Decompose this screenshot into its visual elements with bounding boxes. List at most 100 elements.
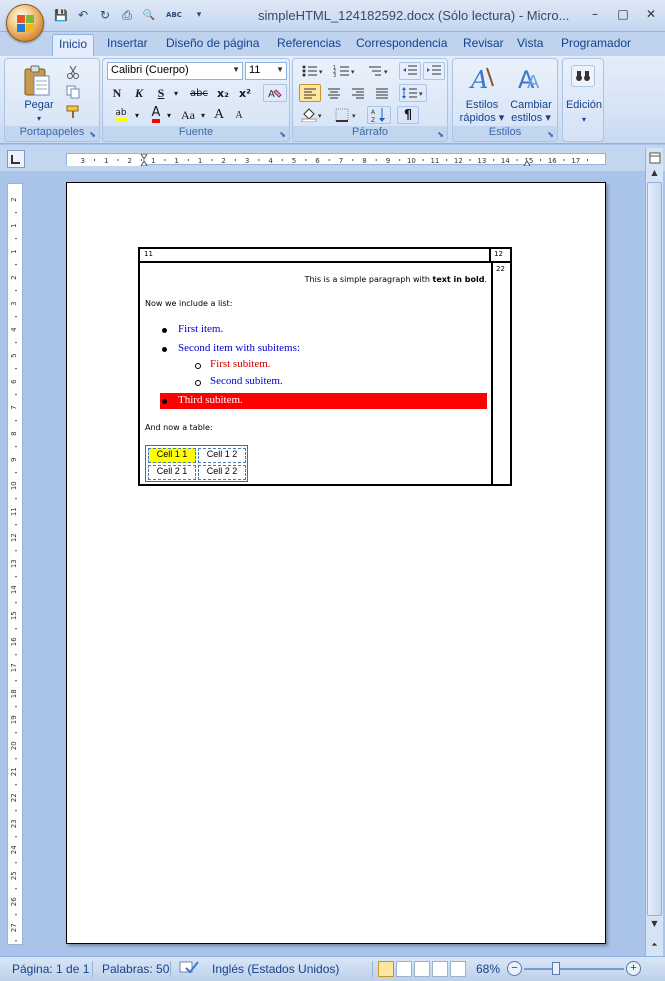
numbering-icon[interactable]: 1 2 3 ▾	[331, 62, 359, 80]
zoom-slider-thumb[interactable]	[552, 962, 560, 975]
inner-cell-1-1[interactable]: Cell 1 1	[148, 448, 196, 463]
word-count[interactable]: Palabras: 50	[102, 962, 169, 976]
bullets-icon[interactable]: ▾	[299, 62, 327, 80]
font-name-combo[interactable]: Calibri (Cuerpo) ▼	[107, 62, 243, 80]
copy-icon[interactable]	[63, 83, 83, 101]
font-color-button[interactable]: A	[145, 106, 167, 124]
print-preview-icon[interactable]: 🔍	[140, 6, 158, 24]
previous-page-icon[interactable]: ⏶	[648, 938, 661, 951]
paste-icon[interactable]	[21, 63, 53, 99]
decrease-indent-icon[interactable]	[399, 62, 421, 80]
font-size-combo[interactable]: 11 ▼	[245, 62, 287, 80]
save-icon[interactable]: 💾	[52, 6, 70, 24]
vertical-ruler[interactable]: 2 1 1 2 3 4 5 6 7 8 9 10 11 12 13 14 15 16 17 18 19 20 21 22 23 2…	[7, 183, 23, 945]
sort-icon[interactable]: AZ	[367, 106, 391, 124]
tab-diseno-de-pagina[interactable]: Diseño de página	[166, 36, 259, 56]
scroll-up-icon[interactable]: ▲	[648, 166, 661, 179]
print-icon[interactable]: ⎙	[118, 6, 136, 24]
grow-font-button[interactable]: A	[209, 106, 229, 124]
editing-button[interactable]: Edición	[563, 99, 605, 112]
underline-button[interactable]: S	[151, 84, 171, 102]
editing-dropdown-icon[interactable]: ▾	[563, 113, 605, 126]
show-marks-icon[interactable]: ¶	[397, 106, 419, 124]
subscript-button[interactable]: x₂	[213, 84, 233, 102]
close-icon[interactable]: ✕	[643, 6, 659, 22]
language[interactable]: Inglés (Estados Unidos)	[212, 962, 339, 976]
tab-inicio[interactable]: Inicio	[52, 34, 95, 56]
binoculars-icon[interactable]	[571, 65, 595, 87]
shading-icon[interactable]: ▾	[299, 106, 327, 124]
zoom-out-icon[interactable]: −	[507, 961, 522, 976]
clear-format-icon[interactable]: A	[263, 84, 287, 102]
undo-icon[interactable]: ↶	[74, 6, 92, 24]
quick-styles-button[interactable]: Estilos rápidos ▾	[459, 99, 505, 125]
tab-referencias[interactable]: Referencias	[277, 36, 341, 56]
inner-cell-2-2[interactable]: Cell 2 2	[198, 465, 246, 480]
table-cell-12[interactable]: 12	[491, 249, 510, 263]
font-launcher-icon[interactable]: ⬊	[279, 130, 286, 139]
vertical-scrollbar[interactable]: ▲ ▼ ⏶	[645, 148, 663, 956]
tab-selector[interactable]	[7, 150, 25, 168]
zoom-slider[interactable]	[524, 968, 624, 970]
italic-button[interactable]: K	[129, 84, 149, 102]
align-right-icon[interactable]	[347, 84, 369, 102]
change-styles-icon[interactable]: AA	[513, 63, 547, 95]
underline-dropdown-icon[interactable]: ▾	[171, 84, 181, 102]
outline-view-icon[interactable]	[432, 961, 448, 977]
table-cell-21[interactable]: This is a simple paragraph with text in …	[140, 263, 491, 484]
align-center-icon[interactable]	[323, 84, 345, 102]
line-spacing-icon[interactable]: ▾	[399, 84, 427, 102]
bold-button[interactable]: N	[107, 84, 127, 102]
increase-indent-icon[interactable]	[423, 62, 445, 80]
tab-insertar[interactable]: Insertar	[107, 36, 148, 56]
inner-cell-2-1[interactable]: Cell 2 1	[148, 465, 196, 480]
zoom-level[interactable]: 68%	[476, 962, 500, 976]
strikethrough-button[interactable]: abc	[187, 84, 211, 102]
inner-table[interactable]: Cell 1 1 Cell 1 2 Cell 2 1 Cell 2 2	[145, 445, 248, 482]
tab-correspondencia[interactable]: Correspondencia	[356, 36, 447, 56]
customize-qat-icon[interactable]: ▾	[190, 6, 208, 24]
format-painter-icon[interactable]	[63, 103, 83, 121]
align-left-icon[interactable]	[299, 84, 321, 102]
zoom-in-icon[interactable]: +	[626, 961, 641, 976]
tab-vista[interactable]: Vista	[517, 36, 543, 56]
quick-styles-icon[interactable]: A	[465, 63, 499, 95]
clipboard-launcher-icon[interactable]: ⬊	[89, 130, 96, 139]
tab-revisar[interactable]: Revisar	[463, 36, 504, 56]
minimize-icon[interactable]: –	[587, 6, 603, 22]
change-case-dropdown-icon[interactable]: ▾	[199, 106, 207, 124]
multilevel-list-icon[interactable]: ▾	[365, 62, 393, 80]
office-button[interactable]	[6, 4, 44, 42]
borders-icon[interactable]: ▾	[333, 106, 361, 124]
inner-cell-1-2[interactable]: Cell 1 2	[198, 448, 246, 463]
paste-button[interactable]: Pegar	[19, 99, 59, 112]
change-styles-button[interactable]: Cambiar estilos ▾	[507, 99, 555, 125]
tab-programador[interactable]: Programador	[561, 36, 631, 56]
superscript-button[interactable]: x²	[235, 84, 255, 102]
cut-icon[interactable]	[63, 63, 83, 81]
web-layout-icon[interactable]	[414, 961, 430, 977]
print-layout-view-icon[interactable]	[378, 961, 394, 977]
justify-icon[interactable]	[371, 84, 393, 102]
highlight-button[interactable]: ab	[107, 106, 135, 124]
outer-table[interactable]: 11 12 22 This is a simple paragraph with…	[138, 247, 512, 486]
paragraph-launcher-icon[interactable]: ⬊	[437, 130, 444, 139]
full-screen-reading-icon[interactable]	[396, 961, 412, 977]
maximize-icon[interactable]: □	[615, 6, 631, 22]
shrink-font-button[interactable]: A	[229, 106, 249, 124]
horizontal-ruler[interactable]: 3 1 2 1 1 1 2 3 4 5 6 7 8 9 10 11 12 13 14 15 16 17	[66, 153, 606, 166]
table-cell-11[interactable]: 11	[140, 249, 491, 263]
redo-icon[interactable]: ↻	[96, 6, 114, 24]
draft-view-icon[interactable]	[450, 961, 466, 977]
font-color-dropdown-icon[interactable]: ▾	[165, 106, 173, 124]
spelling-check-icon[interactable]	[178, 960, 200, 979]
scrollbar-thumb[interactable]	[647, 182, 662, 916]
spelling-icon[interactable]: ABC	[162, 6, 186, 24]
page-count[interactable]: Página: 1 de 1	[12, 962, 89, 976]
scroll-down-icon[interactable]: ▼	[648, 917, 661, 930]
paste-dropdown-icon[interactable]: ▾	[19, 112, 59, 125]
table-cell-22[interactable]: 22	[491, 263, 510, 484]
ruler-toggle-icon[interactable]	[648, 151, 661, 164]
change-case-button[interactable]: Aa	[175, 106, 201, 124]
styles-launcher-icon[interactable]: ⬊	[547, 130, 554, 139]
